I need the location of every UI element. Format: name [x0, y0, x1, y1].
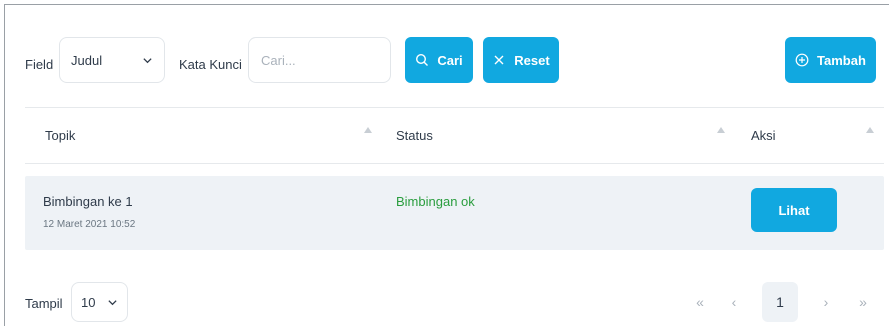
- reset-button-label: Reset: [514, 52, 550, 68]
- keyword-label: Kata Kunci: [179, 57, 242, 72]
- show-label: Tampil: [25, 296, 63, 311]
- add-button-label: Tambah: [817, 52, 866, 68]
- reset-button[interactable]: Reset: [483, 37, 559, 83]
- view-button[interactable]: Lihat: [751, 188, 837, 232]
- next-page-button[interactable]: ›: [814, 282, 838, 322]
- search-button[interactable]: Cari: [405, 37, 473, 83]
- page-size-value: 10: [81, 294, 96, 310]
- row-date: 12 Maret 2021 10:52: [43, 219, 136, 230]
- close-icon: [494, 55, 504, 65]
- keyword-placeholder: Cari...: [261, 52, 296, 68]
- table-header-divider: [25, 163, 884, 164]
- prev-page-button[interactable]: ‹: [722, 282, 746, 322]
- keyword-input[interactable]: Cari...: [248, 37, 391, 83]
- add-button[interactable]: Tambah: [785, 37, 876, 83]
- row-status: Bimbingan ok: [396, 194, 475, 209]
- chevron-down-icon: [143, 57, 152, 63]
- column-header-aksi[interactable]: Aksi: [751, 128, 776, 143]
- page-1-button[interactable]: 1: [762, 282, 798, 322]
- search-button-label: Cari: [437, 52, 463, 68]
- field-label: Field: [25, 57, 54, 72]
- sort-icon[interactable]: [717, 127, 725, 133]
- first-page-button[interactable]: «: [687, 282, 713, 322]
- sort-icon[interactable]: [364, 127, 372, 133]
- row-title: Bimbingan ke 1: [43, 194, 133, 209]
- column-header-status[interactable]: Status: [396, 128, 433, 143]
- sort-icon[interactable]: [866, 127, 874, 133]
- search-icon: [416, 53, 429, 66]
- page-size-select[interactable]: 10: [71, 282, 128, 322]
- plus-circle-icon: [795, 53, 809, 67]
- field-select[interactable]: Judul: [59, 37, 165, 83]
- column-header-topik[interactable]: Topik: [45, 128, 75, 143]
- table-top-divider: [25, 107, 884, 108]
- chevron-down-icon: [108, 299, 117, 305]
- field-select-value: Judul: [71, 52, 103, 68]
- last-page-button[interactable]: »: [850, 282, 876, 322]
